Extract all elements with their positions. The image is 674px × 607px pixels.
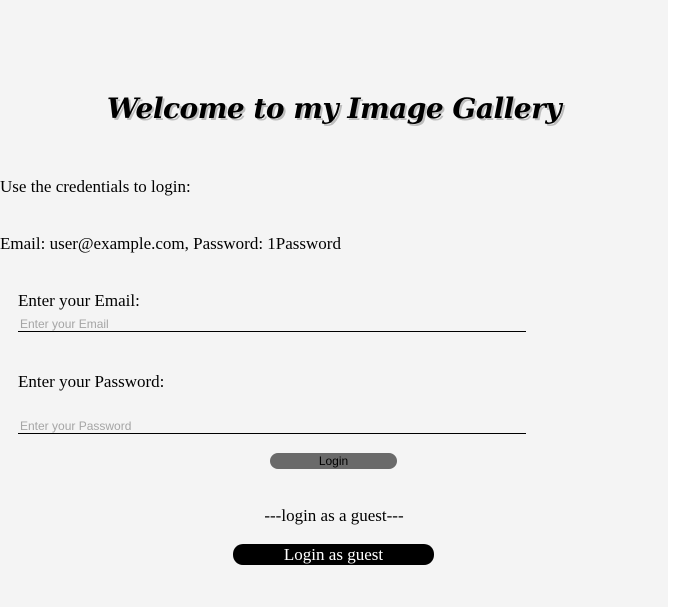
password-label: Enter your Password: <box>18 372 165 391</box>
page-title: Welcome to my Image Gallery <box>106 92 562 125</box>
login-as-guest-button[interactable]: Login as guest <box>233 544 434 565</box>
login-page: Welcome to my Image Gallery Use the cred… <box>0 0 668 607</box>
password-field[interactable] <box>18 418 526 434</box>
credentials-details: Email: user@example.com, Password: 1Pass… <box>0 234 341 253</box>
login-button[interactable]: Login <box>270 453 397 469</box>
email-label: Enter your Email: <box>18 291 140 310</box>
email-field[interactable] <box>18 316 526 332</box>
credentials-intro: Use the credentials to login: <box>0 177 191 196</box>
guest-separator: ---login as a guest--- <box>264 506 404 525</box>
